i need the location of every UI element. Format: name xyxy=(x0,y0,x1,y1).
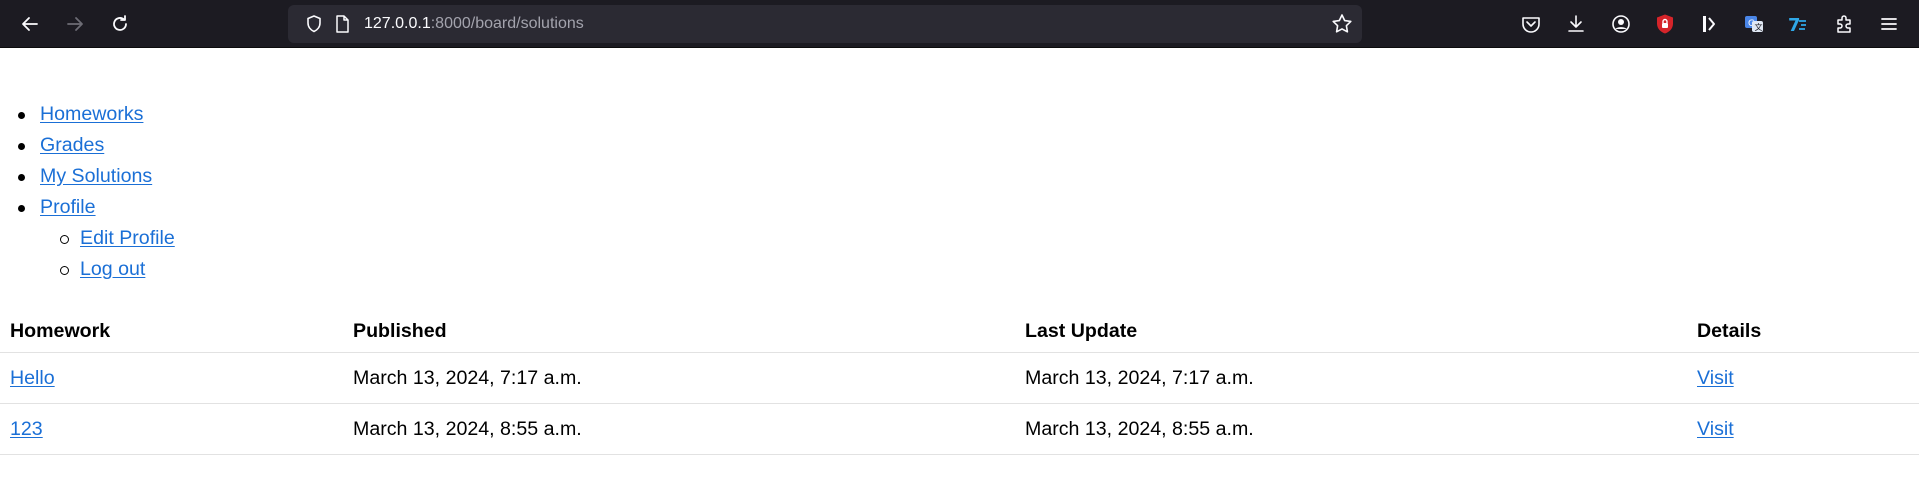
header-homework: Homework xyxy=(0,310,343,353)
visit-link[interactable]: Visit xyxy=(1697,418,1734,440)
extensions-button[interactable] xyxy=(1832,12,1856,36)
account-icon xyxy=(1612,15,1630,33)
edit-profile-link[interactable]: Edit Profile xyxy=(80,227,175,249)
header-last-update: Last Update xyxy=(1015,310,1687,353)
bullet xyxy=(18,143,25,150)
bookmark-star-icon[interactable] xyxy=(1330,12,1354,36)
svg-text:7: 7 xyxy=(1788,15,1801,35)
visit-link[interactable]: Visit xyxy=(1697,367,1734,389)
shield-icon[interactable] xyxy=(304,14,324,34)
url-text[interactable]: 127.0.0.1:8000/board/solutions xyxy=(364,5,584,43)
nav-item-homeworks: Homeworks xyxy=(0,99,175,130)
cell-published: March 13, 2024, 7:17 a.m. xyxy=(343,352,1015,404)
translate-button[interactable]: G文 xyxy=(1742,12,1766,36)
bullet xyxy=(18,112,25,119)
sidebar-extension-icon xyxy=(1703,16,1715,32)
cell-details: Visit xyxy=(1687,403,1919,455)
pocket-button[interactable] xyxy=(1519,12,1543,36)
table-header-row: Homework Published Last Update Details xyxy=(0,310,1919,353)
bullet xyxy=(60,235,69,244)
forward-button[interactable] xyxy=(59,8,91,40)
sidebar-extension-button[interactable] xyxy=(1697,12,1721,36)
bullet xyxy=(18,174,25,181)
nav-item-grades: Grades xyxy=(0,130,175,161)
reload-button[interactable] xyxy=(104,8,136,40)
back-icon xyxy=(22,17,38,31)
svg-text:文: 文 xyxy=(1755,22,1763,32)
reload-icon xyxy=(113,15,127,31)
cell-homework: Hello xyxy=(0,352,343,404)
header-published: Published xyxy=(343,310,1015,353)
homework-link[interactable]: 123 xyxy=(10,418,43,440)
main-nav: Homeworks Grades My Solutions Profile Ed… xyxy=(0,99,175,285)
nav-item-edit-profile: Edit Profile xyxy=(0,223,175,254)
homework-link[interactable]: Hello xyxy=(10,367,55,389)
cell-last-update: March 13, 2024, 8:55 a.m. xyxy=(1015,403,1687,455)
cell-published: March 13, 2024, 8:55 a.m. xyxy=(343,403,1015,455)
extension-7-button[interactable]: 7 xyxy=(1786,12,1810,36)
pocket-icon xyxy=(1522,17,1540,33)
address-bar[interactable]: 127.0.0.1:8000/board/solutions xyxy=(288,5,1362,43)
download-icon xyxy=(1568,15,1584,32)
forward-icon xyxy=(67,17,83,31)
profile-link[interactable]: Profile xyxy=(40,196,96,218)
table-row: 123 March 13, 2024, 8:55 a.m. March 13, … xyxy=(0,403,1919,455)
table-row: Hello March 13, 2024, 7:17 a.m. March 13… xyxy=(0,352,1919,404)
account-button[interactable] xyxy=(1609,12,1633,36)
nav-item-profile: Profile xyxy=(0,192,175,223)
bullet xyxy=(18,205,25,212)
ublock-button[interactable] xyxy=(1653,12,1677,36)
extension-7-icon: 7 xyxy=(1788,15,1806,35)
log-out-link[interactable]: Log out xyxy=(80,258,145,280)
cell-details: Visit xyxy=(1687,352,1919,404)
grades-link[interactable]: Grades xyxy=(40,134,104,156)
back-button[interactable] xyxy=(14,8,46,40)
cell-last-update: March 13, 2024, 7:17 a.m. xyxy=(1015,352,1687,404)
page-icon[interactable] xyxy=(332,14,352,34)
downloads-button[interactable] xyxy=(1564,12,1588,36)
nav-item-log-out: Log out xyxy=(0,254,175,285)
ublock-icon xyxy=(1657,14,1673,34)
bullet xyxy=(60,266,69,275)
translate-icon: G文 xyxy=(1745,16,1763,32)
menu-button[interactable] xyxy=(1877,12,1901,36)
header-details: Details xyxy=(1687,310,1919,353)
extensions-puzzle-icon xyxy=(1837,15,1851,33)
nav-item-my-solutions: My Solutions xyxy=(0,161,175,192)
cell-homework: 123 xyxy=(0,403,343,455)
my-solutions-link[interactable]: My Solutions xyxy=(40,165,152,187)
browser-toolbar: 127.0.0.1:8000/board/solutions G文 7 xyxy=(0,0,1919,48)
solutions-table: Homework Published Last Update Details H… xyxy=(0,310,1919,455)
homeworks-link[interactable]: Homeworks xyxy=(40,103,143,125)
menu-icon xyxy=(1881,18,1897,30)
